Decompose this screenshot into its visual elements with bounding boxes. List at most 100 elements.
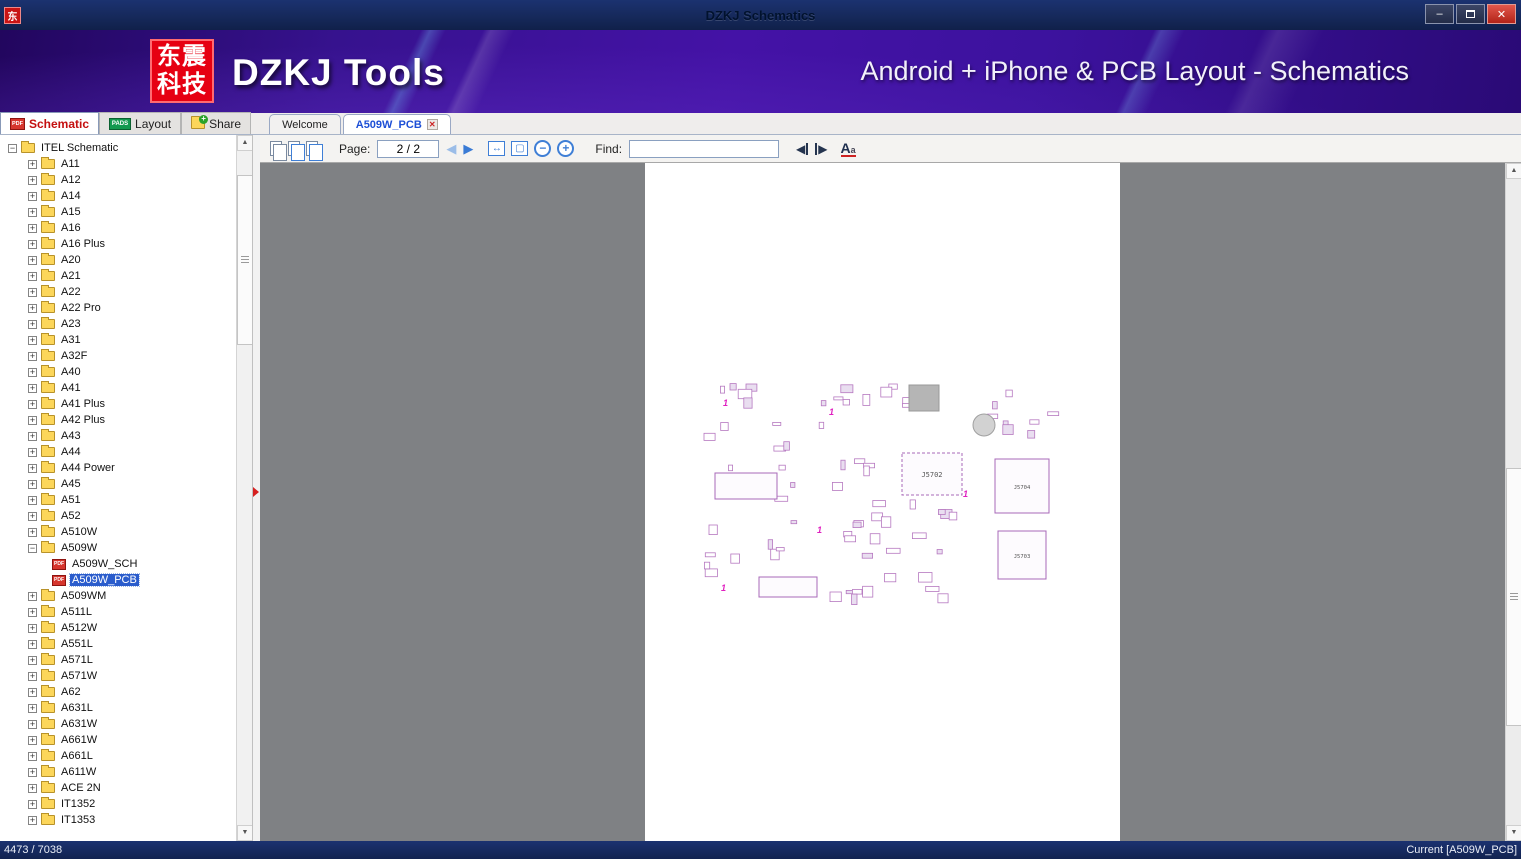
expand-toggle-icon[interactable]: + <box>28 399 37 409</box>
tree-item-a31[interactable]: + A31 <box>0 332 236 348</box>
fit-page-icon[interactable]: ▢ <box>511 141 529 156</box>
expand-toggle-icon[interactable]: + <box>28 527 37 537</box>
scroll-up-icon[interactable]: ▲ <box>237 135 252 151</box>
expand-toggle-icon[interactable]: + <box>28 271 37 281</box>
next-page-icon[interactable]: ▶ <box>463 142 473 155</box>
expand-toggle-icon[interactable]: + <box>28 351 37 361</box>
tab-layout[interactable]: PADS Layout <box>99 112 182 134</box>
tree-item-a22[interactable]: + A22 <box>0 284 236 300</box>
tree-item-a661l[interactable]: + A661L <box>0 748 236 764</box>
tab-schematic[interactable]: PDF Schematic <box>0 112 100 134</box>
tree-item-it1353[interactable]: + IT1353 <box>0 812 236 828</box>
tree-item-a611w[interactable]: + A611W <box>0 764 236 780</box>
expand-toggle-icon[interactable]: + <box>28 239 37 249</box>
tree-item-it1352[interactable]: + IT1352 <box>0 796 236 812</box>
sidebar-scrollbar[interactable]: ▲ ▼ <box>236 135 252 841</box>
tree-item-a44-power[interactable]: + A44 Power <box>0 460 236 476</box>
tree-item-ace-2n[interactable]: + ACE 2N <box>0 780 236 796</box>
expand-toggle-icon[interactable]: + <box>28 607 37 617</box>
copy-page-icon[interactable] <box>270 141 287 161</box>
tree-item-a42-plus[interactable]: + A42 Plus <box>0 412 236 428</box>
tree-item-a41[interactable]: + A41 <box>0 380 236 396</box>
expand-toggle-icon[interactable]: + <box>28 447 37 457</box>
find-next-icon[interactable]: ▶ <box>815 142 828 155</box>
expand-toggle-icon[interactable]: + <box>28 591 37 601</box>
expand-toggle-icon[interactable]: + <box>28 767 37 777</box>
expand-toggle-icon[interactable]: + <box>28 495 37 505</box>
expand-toggle-icon[interactable]: + <box>28 207 37 217</box>
find-input[interactable] <box>629 139 780 158</box>
doc-tab-a509w-pcb[interactable]: A509W_PCB ✕ <box>342 114 451 134</box>
zoom-out-icon[interactable]: − <box>534 140 552 157</box>
tree-item-a509wm[interactable]: + A509WM <box>0 588 236 604</box>
doc-tab-welcome[interactable]: Welcome <box>269 114 341 134</box>
collapse-toggle-icon[interactable]: − <box>28 543 37 553</box>
panel-splitter[interactable] <box>253 135 260 841</box>
sidebar-scroll-thumb[interactable] <box>237 175 252 345</box>
expand-toggle-icon[interactable]: + <box>28 479 37 489</box>
tree-item-a22-pro[interactable]: + A22 Pro <box>0 300 236 316</box>
scroll-down-icon[interactable]: ▼ <box>237 825 252 841</box>
expand-toggle-icon[interactable]: + <box>28 319 37 329</box>
expand-toggle-icon[interactable]: + <box>28 159 37 169</box>
expand-toggle-icon[interactable]: + <box>28 655 37 665</box>
expand-toggle-icon[interactable]: + <box>28 415 37 425</box>
tree-item-a45[interactable]: + A45 <box>0 476 236 492</box>
expand-toggle-icon[interactable]: + <box>28 815 37 825</box>
viewer-scrollbar[interactable]: ▲ ▼ <box>1505 163 1521 841</box>
tree-item-a14[interactable]: + A14 <box>0 188 236 204</box>
maximize-button[interactable] <box>1456 4 1485 24</box>
zoom-in-icon[interactable]: + <box>557 140 575 157</box>
tile-pages-icon[interactable] <box>288 141 305 161</box>
expand-toggle-icon[interactable]: + <box>28 671 37 681</box>
tree-item-a661w[interactable]: + A661W <box>0 732 236 748</box>
tree-item-a631w[interactable]: + A631W <box>0 716 236 732</box>
tree-item-a16-plus[interactable]: + A16 Plus <box>0 236 236 252</box>
expand-toggle-icon[interactable]: + <box>28 687 37 697</box>
fit-width-icon[interactable]: ↔ <box>488 141 506 156</box>
expand-toggle-icon[interactable]: + <box>28 191 37 201</box>
tree-item-a16[interactable]: + A16 <box>0 220 236 236</box>
previous-page-icon[interactable]: ◀ <box>446 142 456 155</box>
tree-item-a44[interactable]: + A44 <box>0 444 236 460</box>
close-tab-icon[interactable]: ✕ <box>426 119 438 130</box>
tree-item-a15[interactable]: + A15 <box>0 204 236 220</box>
expand-toggle-icon[interactable]: + <box>28 383 37 393</box>
expand-toggle-icon[interactable]: + <box>28 783 37 793</box>
tree-item-a21[interactable]: + A21 <box>0 268 236 284</box>
expand-toggle-icon[interactable]: + <box>28 431 37 441</box>
expand-toggle-icon[interactable]: + <box>28 735 37 745</box>
tree-item-a52[interactable]: + A52 <box>0 508 236 524</box>
font-size-icon[interactable]: Aa <box>840 141 856 157</box>
tree-item-a512w[interactable]: + A512W <box>0 620 236 636</box>
tree-item-a23[interactable]: + A23 <box>0 316 236 332</box>
expand-toggle-icon[interactable]: + <box>28 511 37 521</box>
tree-item-a20[interactable]: + A20 <box>0 252 236 268</box>
tree-item-a12[interactable]: + A12 <box>0 172 236 188</box>
tree-item-a551l[interactable]: + A551L <box>0 636 236 652</box>
expand-toggle-icon[interactable]: + <box>28 719 37 729</box>
tree-item-a510w[interactable]: + A510W <box>0 524 236 540</box>
expand-toggle-icon[interactable]: + <box>28 463 37 473</box>
tree-item-a51[interactable]: + A51 <box>0 492 236 508</box>
tree-item-a32f[interactable]: + A32F <box>0 348 236 364</box>
expand-toggle-icon[interactable]: + <box>28 623 37 633</box>
expand-toggle-icon[interactable]: + <box>28 255 37 265</box>
snapshot-icon[interactable] <box>306 141 323 161</box>
close-button[interactable]: ✕ <box>1487 4 1516 24</box>
tree-item-itel-schematic[interactable]: − ITEL Schematic <box>0 140 236 156</box>
tree-item-a41-plus[interactable]: + A41 Plus <box>0 396 236 412</box>
expand-toggle-icon[interactable]: + <box>28 703 37 713</box>
tree-item-a511l[interactable]: + A511L <box>0 604 236 620</box>
expand-toggle-icon[interactable]: + <box>28 223 37 233</box>
find-previous-icon[interactable]: ◀ <box>796 142 809 155</box>
viewer-scroll-thumb[interactable] <box>1506 468 1521 726</box>
expand-toggle-icon[interactable]: + <box>28 287 37 297</box>
expand-toggle-icon[interactable]: + <box>28 367 37 377</box>
tree-item-a571w[interactable]: + A571W <box>0 668 236 684</box>
expand-toggle-icon[interactable]: + <box>28 303 37 313</box>
tree-item-a509w[interactable]: − A509W <box>0 540 236 556</box>
pdf-page[interactable]: J5702 J5704 J5703 1 1 1 1 1 <box>645 163 1120 841</box>
tree-item-a40[interactable]: + A40 <box>0 364 236 380</box>
expand-toggle-icon[interactable]: + <box>28 639 37 649</box>
